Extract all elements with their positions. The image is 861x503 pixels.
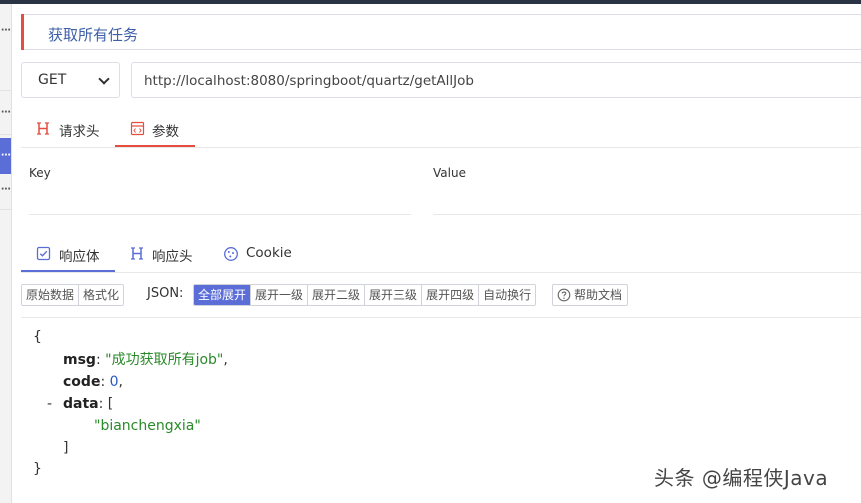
response-tabs-divider (21, 272, 861, 273)
params-key-input[interactable] (29, 214, 411, 215)
json-row-data: data: [ (63, 396, 114, 412)
tab-label: 响应体 (59, 249, 100, 265)
json-close-brace: } (33, 461, 42, 477)
view-mode-group: 原始数据 格式化 (21, 284, 125, 306)
checkbox-icon (36, 246, 51, 261)
response-body-divider (21, 317, 861, 318)
method-select[interactable]: GET (21, 62, 120, 98)
sidebar-divider (0, 134, 11, 135)
help-label: 帮助文档 (574, 288, 623, 302)
active-tab-indicator (115, 145, 195, 147)
formatted-view-button[interactable]: 格式化 (79, 285, 124, 305)
json-number-value: 0 (109, 374, 119, 390)
sidebar-item-selected[interactable]: ⋯ (0, 138, 11, 174)
word-wrap-button[interactable]: 自动换行 (479, 285, 536, 305)
json-label: JSON: (147, 286, 184, 301)
window-top-bar (0, 0, 861, 4)
expand-all-button[interactable]: 全部展开 (194, 285, 252, 305)
sidebar-divider (0, 209, 11, 210)
expand-options-group: 全部展开 展开一级 展开二级 展开三级 展开四级 自动换行 (193, 284, 537, 306)
help-docs-button[interactable]: 帮助文档 (552, 284, 629, 306)
params-key-header: Key (29, 166, 51, 180)
json-array-close: ] (63, 440, 69, 456)
json-key: code (63, 374, 101, 390)
sidebar-divider (0, 90, 11, 91)
more-icon[interactable]: ⋯ (1, 151, 11, 161)
json-row-code: code: 0, (63, 374, 123, 390)
json-string-value: "成功获取所有job" (105, 352, 224, 368)
sidebar-strip: ⋯ ⋯ ⋯ ⋯ (0, 4, 12, 503)
tab-label: Cookie (246, 245, 292, 261)
code-doc-icon (130, 121, 145, 136)
header-icon (37, 122, 49, 135)
expand-level-4-button[interactable]: 展开四级 (422, 285, 480, 305)
json-array-open: [ (107, 396, 114, 412)
watermark: 头条 @编程侠Java (654, 466, 829, 490)
expand-level-1-button[interactable]: 展开一级 (251, 285, 309, 305)
tab-label: 请求头 (59, 124, 100, 140)
expand-level-2-button[interactable]: 展开二级 (308, 285, 366, 305)
collapse-toggle[interactable]: - (47, 393, 52, 415)
tab-label: 参数 (152, 124, 179, 140)
params-value-input[interactable] (433, 214, 861, 215)
request-name-field[interactable]: 获取所有任务 (21, 14, 861, 50)
expand-level-3-button[interactable]: 展开三级 (365, 285, 423, 305)
json-key: msg (63, 352, 96, 368)
tab-params[interactable]: 参数 (130, 120, 190, 140)
header-icon (131, 247, 143, 260)
json-row-msg: msg: "成功获取所有job", (63, 352, 228, 368)
raw-view-button[interactable]: 原始数据 (22, 285, 80, 305)
tab-response-headers[interactable]: 响应头 (130, 245, 200, 265)
more-icon[interactable]: ⋯ (1, 108, 11, 118)
request-tabs-divider (21, 147, 861, 148)
more-icon[interactable]: ⋯ (1, 185, 11, 195)
active-tab-indicator (21, 270, 115, 272)
tab-request-headers[interactable]: 请求头 (36, 120, 106, 140)
chevron-down-icon (98, 73, 110, 85)
json-open-brace: { (33, 329, 42, 345)
url-input[interactable]: http://localhost:8080/springboot/quartz/… (131, 62, 861, 98)
tab-cookie[interactable]: Cookie (223, 245, 293, 265)
tab-label: 响应头 (152, 249, 193, 265)
url-value: http://localhost:8080/springboot/quartz/… (144, 73, 474, 89)
cookie-icon (224, 247, 238, 261)
method-value: GET (38, 72, 67, 88)
json-key: data (63, 396, 99, 412)
question-circle-icon (557, 288, 571, 302)
title-accent-bar (21, 14, 24, 50)
request-name: 获取所有任务 (48, 26, 139, 44)
json-array-item: "bianchengxia" (94, 418, 201, 434)
more-icon[interactable]: ⋯ (1, 26, 11, 36)
params-value-header: Value (433, 166, 466, 180)
tab-response-body[interactable]: 响应体 (36, 245, 106, 265)
